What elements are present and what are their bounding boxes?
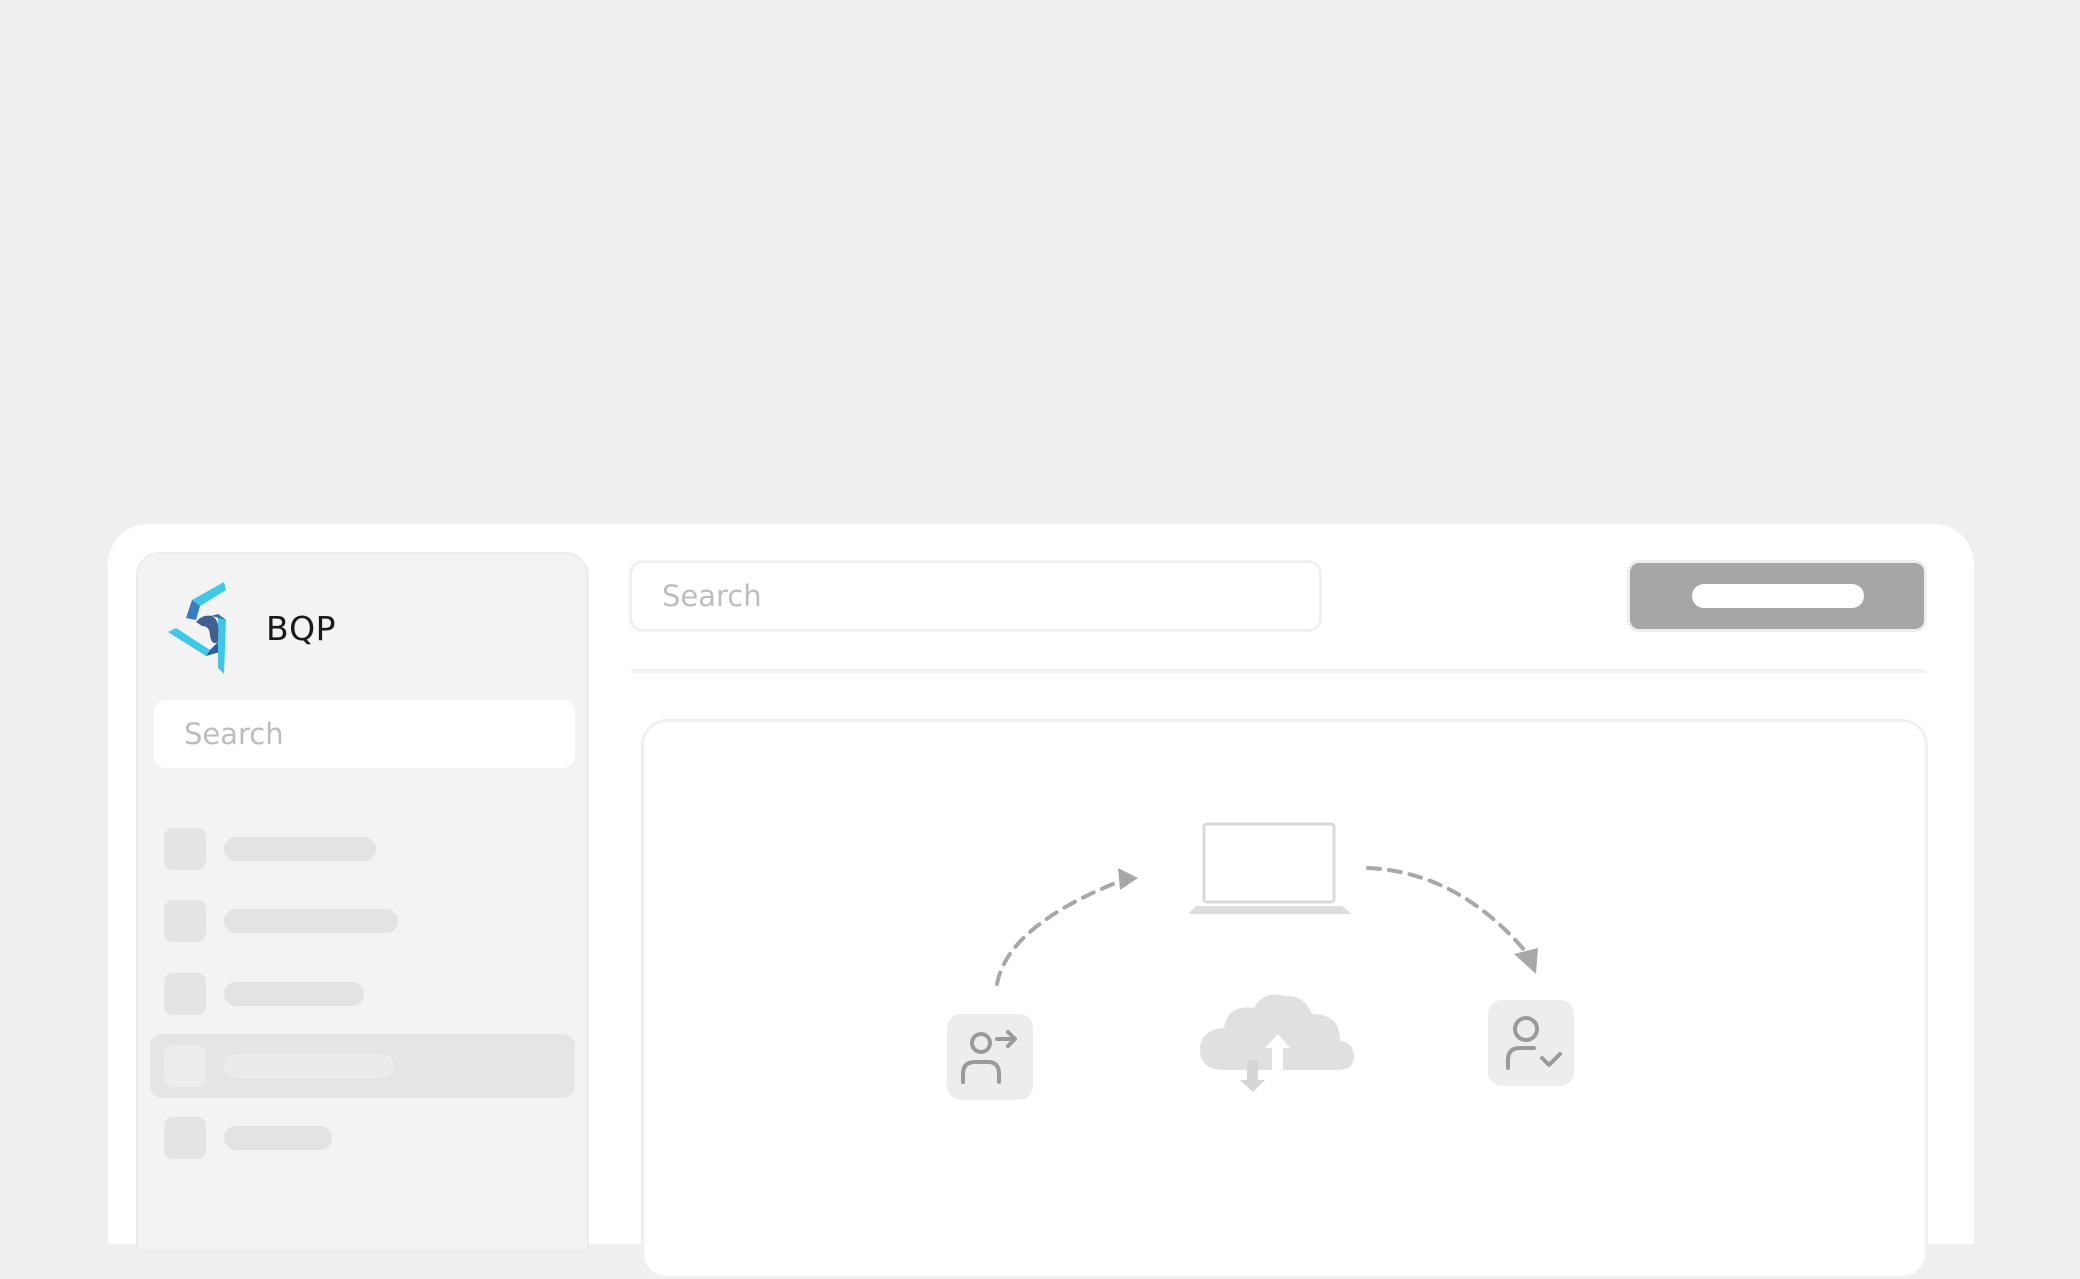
header-divider	[631, 669, 1927, 673]
primary-action-button[interactable]	[1627, 560, 1927, 632]
content-card	[641, 719, 1928, 1279]
sidebar-item-1[interactable]	[150, 817, 575, 881]
sidebar-item-2[interactable]	[150, 889, 575, 953]
sidebar-item-label-placeholder	[224, 1054, 394, 1078]
bqp-logo-icon	[168, 582, 226, 674]
placeholder-icon	[164, 1117, 206, 1159]
placeholder-icon	[164, 973, 206, 1015]
sidebar-item-3[interactable]	[150, 962, 575, 1026]
brand-name: BQP	[266, 608, 337, 648]
top-search-input[interactable]: Search	[629, 560, 1322, 632]
brand[interactable]: BQP	[166, 580, 336, 676]
sidebar-search-input[interactable]: Search	[154, 700, 575, 768]
sidebar-item-label-placeholder	[224, 982, 364, 1006]
placeholder-icon	[164, 828, 206, 870]
app-window: BQP Search Search	[108, 524, 1974, 1279]
sidebar-item-label-placeholder	[224, 1126, 332, 1150]
sidebar-item-label-placeholder	[224, 837, 376, 861]
sidebar-item-5[interactable]	[150, 1106, 575, 1170]
sidebar-item-4-active[interactable]	[150, 1034, 575, 1098]
sidebar-item-label-placeholder	[224, 909, 398, 933]
sidebar: BQP Search	[136, 552, 589, 1252]
button-label-placeholder	[1692, 584, 1864, 608]
placeholder-icon	[164, 1045, 206, 1087]
placeholder-icon	[164, 900, 206, 942]
